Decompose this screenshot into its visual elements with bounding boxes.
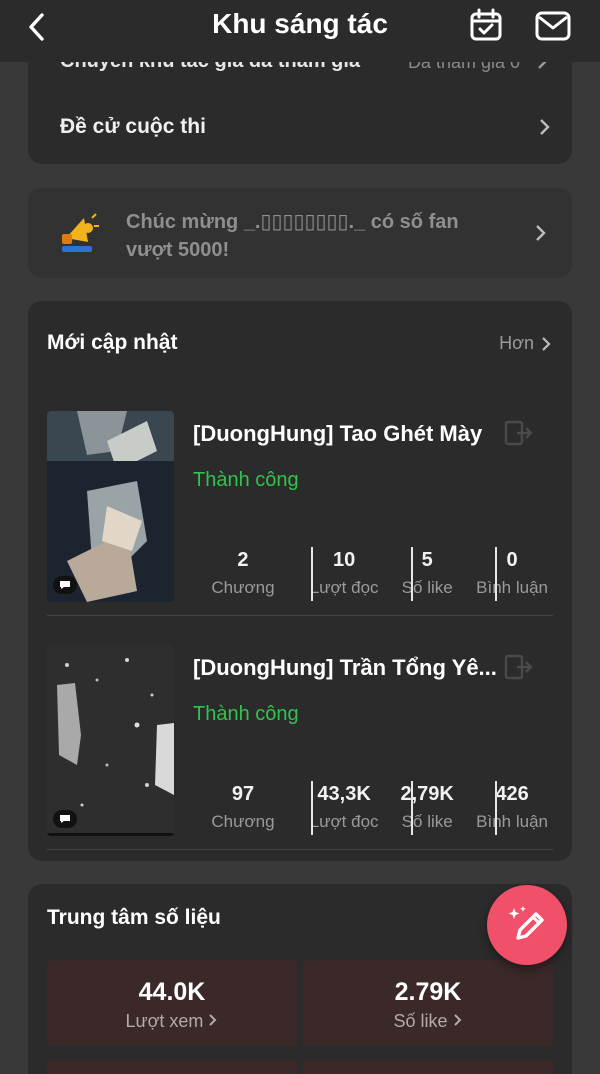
- more-link[interactable]: Hơn: [499, 333, 552, 354]
- work-title[interactable]: [DuongHung] Trần Tổng Yê...: [193, 655, 497, 681]
- megaphone-icon: [62, 213, 99, 252]
- work-status: Thành công: [193, 703, 299, 725]
- chapters-stat: 2 Chương: [187, 545, 299, 603]
- stat-label: Số like: [401, 812, 453, 831]
- stat-value: 97: [231, 783, 255, 805]
- mail-icon[interactable]: [534, 9, 572, 43]
- stat-value: 426: [495, 783, 529, 805]
- work-stats: 97 Chương 43,3K Lượt đọc 2,79K Số like 4…: [187, 779, 559, 837]
- chevron-right-icon: [453, 1014, 461, 1026]
- stat-divider: [411, 781, 413, 835]
- comment-badge-icon: [53, 576, 77, 594]
- stat-value: 5: [421, 549, 433, 571]
- divider: [47, 615, 553, 616]
- likes-stat: 2,79K Số like: [389, 779, 465, 837]
- stat-label: Bình luận: [476, 812, 548, 831]
- stat-label: Chương: [211, 812, 275, 831]
- comments-stat: 426 Bình luận: [465, 779, 559, 837]
- section-title: Trung tâm số liệu: [47, 906, 221, 929]
- stat-label: Bình luận: [476, 578, 548, 597]
- likes-stat: 5 Số like: [389, 545, 465, 603]
- more-label: Hơn: [499, 333, 534, 353]
- views-metric[interactable]: 44.0K Lượt xem: [47, 960, 297, 1046]
- section-title: Mới cập nhật: [47, 331, 178, 354]
- metric-tile[interactable]: [47, 1060, 297, 1074]
- chapters-stat: 97 Chương: [187, 779, 299, 837]
- stat-divider: [495, 547, 497, 601]
- chevron-right-icon: [209, 1014, 217, 1026]
- work-item[interactable]: [DuongHung] Trần Tổng Yê... Thành công 9…: [47, 645, 553, 850]
- exit-icon[interactable]: [503, 419, 533, 447]
- write-fab-button[interactable]: [487, 885, 567, 965]
- congrats-text: Chúc mừng _.▯▯▯▯▯▯▯▯._ có số fan vượt 50…: [126, 211, 459, 261]
- metric-value: 2.79K: [394, 978, 462, 1006]
- fan-milestone-banner[interactable]: Chúc mừng _.▯▯▯▯▯▯▯▯._ có số fan vượt 50…: [28, 188, 572, 278]
- pencil-sparkle-icon: [508, 906, 544, 940]
- metric-label: Lượt xem: [47, 1011, 297, 1032]
- stat-divider: [311, 781, 313, 835]
- chevron-right-icon[interactable]: [534, 223, 548, 243]
- metric-label-text: Lượt xem: [125, 1011, 204, 1031]
- stat-divider: [495, 781, 497, 835]
- calendar-check-icon[interactable]: [468, 7, 504, 43]
- work-status: Thành công: [193, 469, 299, 491]
- page-title: Khu sáng tác: [212, 8, 388, 39]
- divider: [47, 849, 553, 850]
- stat-value: 2,79K: [400, 783, 454, 805]
- work-title[interactable]: [DuongHung] Tao Ghét Mày: [193, 421, 497, 447]
- likes-metric[interactable]: 2.79K Số like: [303, 960, 553, 1046]
- stat-value: 2: [237, 549, 249, 571]
- work-stats: 2 Chương 10 Lượt đọc 5 Số like 0 Bình lu…: [187, 545, 559, 603]
- work-item[interactable]: [DuongHung] Tao Ghét Mày Thành công 2 Ch…: [47, 411, 553, 616]
- work-cover-image[interactable]: [47, 411, 174, 602]
- chevron-right-icon[interactable]: [538, 117, 552, 137]
- recent-updates-card: Mới cập nhật Hơn [DuongHung] Tao Ghét Mà…: [28, 301, 572, 861]
- chevron-right-icon: [542, 336, 551, 351]
- metric-value: 44.0K: [138, 978, 206, 1006]
- stat-label: Chương: [211, 578, 275, 597]
- comments-stat: 0 Bình luận: [465, 545, 559, 603]
- stat-divider: [311, 547, 313, 601]
- stat-divider: [411, 547, 413, 601]
- work-cover-image[interactable]: [47, 645, 174, 836]
- metric-label-text: Số like: [393, 1011, 448, 1031]
- metric-label: Số like: [303, 1011, 553, 1032]
- comment-badge-icon: [53, 810, 77, 828]
- exit-icon[interactable]: [503, 653, 533, 681]
- metric-tile[interactable]: [303, 1060, 553, 1074]
- top-app-bar: Khu sáng tác: [0, 0, 600, 62]
- stat-label: Số like: [401, 578, 453, 597]
- contest-nomination-label[interactable]: Đề cử cuộc thi: [60, 115, 206, 139]
- stat-value: 0: [506, 549, 518, 571]
